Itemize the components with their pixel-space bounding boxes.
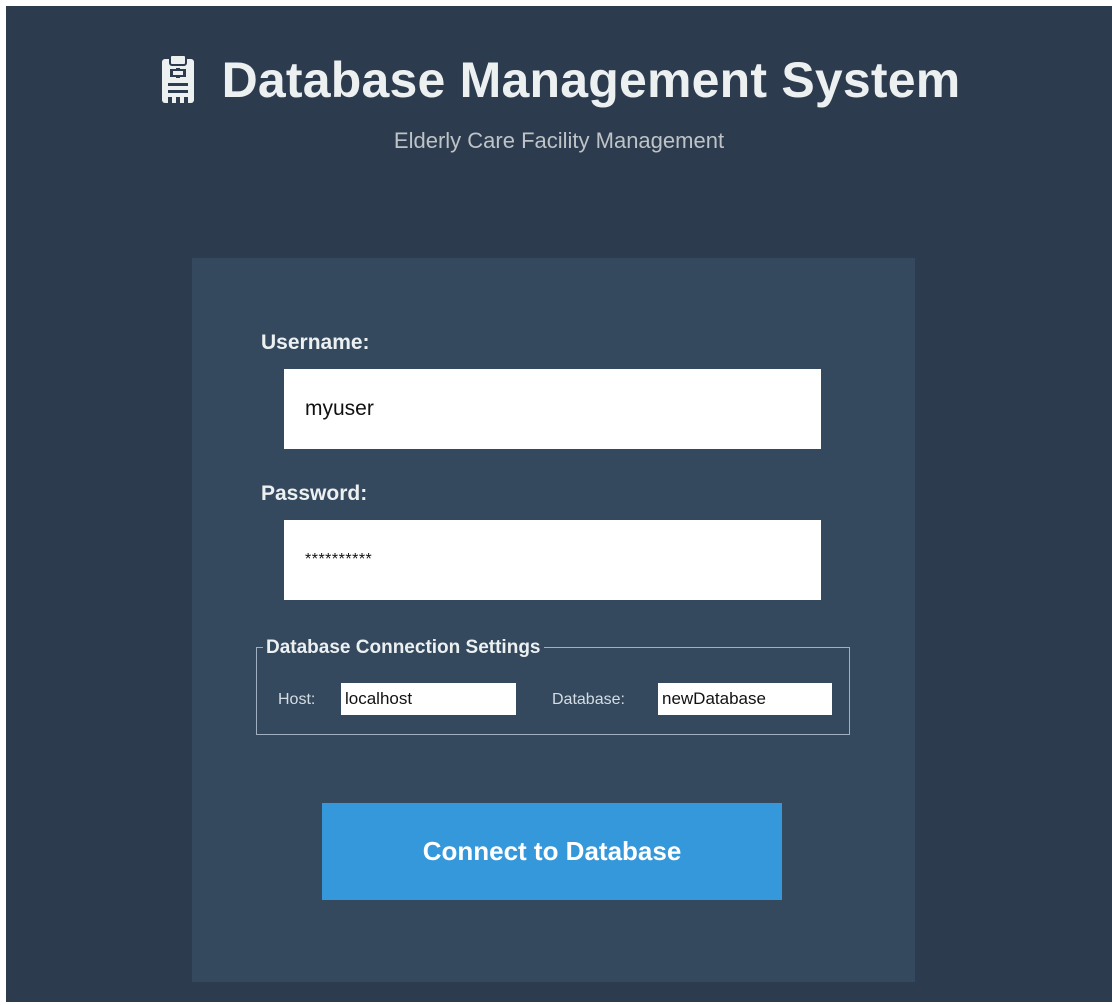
connect-button[interactable]: Connect to Database [322, 803, 782, 900]
connection-settings-group: Database Connection Settings Host: local… [256, 637, 850, 735]
database-label: Database: [552, 691, 625, 708]
password-label: Password: [261, 482, 368, 505]
app-header: Database Management System [6, 40, 1112, 120]
login-window: Database Management System Elderly Care … [6, 6, 1112, 1002]
connection-settings-title: Database Connection Settings [263, 637, 544, 659]
login-panel: Username: myuser Password: ********** Da… [192, 258, 915, 982]
host-input[interactable]: localhost [341, 683, 516, 715]
app-subtitle: Elderly Care Facility Management [393, 128, 725, 153]
clipboard-icon [158, 54, 198, 105]
username-label: Username: [261, 331, 370, 354]
database-input[interactable]: newDatabase [658, 683, 832, 715]
host-label: Host: [278, 691, 316, 708]
username-input[interactable]: myuser [284, 369, 821, 449]
password-input[interactable]: ********** [284, 520, 821, 600]
app-title: Database Management System [221, 52, 961, 108]
